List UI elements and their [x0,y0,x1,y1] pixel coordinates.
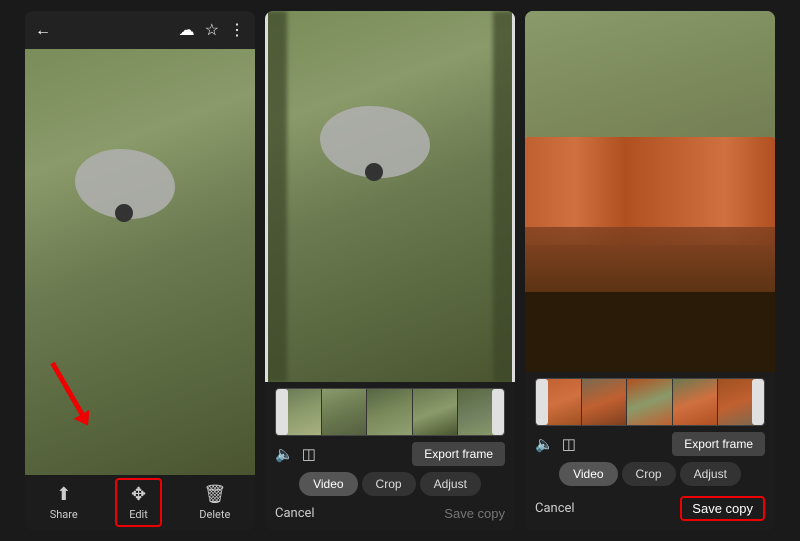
edit-icon: ✥ [131,484,146,505]
ground-area [525,227,775,299]
dark-circle-2 [365,163,383,181]
panel-2: 🔈 ◫ Export frame Video Crop Adjust Cance… [265,11,515,531]
bottom-bar-panel3: 🔈 ◫ Export frame Video Crop Adjust Cance… [525,372,775,531]
main-container: ← ☁ ☆ ⋮ ⬆ Share [0,0,800,541]
film-seg3-4 [673,379,719,425]
more-icon[interactable]: ⋮ [229,20,245,39]
film-seg2 [322,389,368,435]
filmstrip-inner-3 [536,379,764,425]
top-bar-right-icons: ☁ ☆ ⋮ [179,20,245,39]
crop-border-right [512,11,515,382]
tab-crop-2[interactable]: Crop [362,472,416,496]
film-handle-right-3[interactable] [752,379,764,425]
controls-row-panel3: 🔈 ◫ Export frame [535,432,765,456]
action-row-panel2: Cancel Save copy [275,502,505,525]
panel-1: ← ☁ ☆ ⋮ ⬆ Share [25,11,255,531]
save-copy-btn-2[interactable]: Save copy [444,506,505,521]
share-icon: ⬆ [56,484,71,505]
action-row-panel3: Cancel Save copy [535,492,765,525]
image-area-panel2 [265,11,515,382]
edit-label: Edit [129,508,148,521]
top-bar-panel1: ← ☁ ☆ ⋮ [25,11,255,49]
volume-icon-2[interactable]: 🔈 [275,445,294,463]
film-seg3-2 [582,379,628,425]
photo-background [25,49,255,475]
filmstrip-panel2 [275,388,505,436]
volume-icon-3[interactable]: 🔈 [535,435,554,453]
star-icon[interactable]: ☆ [205,20,219,39]
cancel-btn-2[interactable]: Cancel [275,506,315,521]
photo-bg-wood [525,11,775,372]
film-seg3-3 [627,379,673,425]
panel-3: 🔈 ◫ Export frame Video Crop Adjust Cance… [525,11,775,531]
bottom-nav: ⬆ Share ✥ Edit 🗑 Delete [25,475,255,531]
image-area-panel1 [25,49,255,475]
cancel-btn-3[interactable]: Cancel [535,501,575,516]
film-handle-left[interactable] [276,389,288,435]
image-area-panel3 [525,11,775,372]
film-seg4 [413,389,459,435]
share-label: Share [50,508,78,521]
delete-label: Delete [199,508,230,521]
export-frame-btn-3[interactable]: Export frame [672,432,765,456]
crop-border-left [265,11,268,382]
bottom-bar-panel2: 🔈 ◫ Export frame Video Crop Adjust Cance… [265,382,515,531]
back-icon[interactable]: ← [35,20,51,40]
save-copy-btn-3[interactable]: Save copy [680,496,765,521]
controls-row-panel2: 🔈 ◫ Export frame [275,442,505,466]
nav-share[interactable]: ⬆ Share [38,480,90,525]
dark-ground [525,292,775,371]
tab-adjust-3[interactable]: Adjust [680,462,741,486]
upload-icon[interactable]: ☁ [179,20,195,39]
blur-left [265,11,287,382]
film-seg3 [367,389,413,435]
nav-delete[interactable]: 🗑 Delete [187,480,242,525]
nav-edit[interactable]: ✥ Edit [115,478,162,527]
screen-icon-2[interactable]: ◫ [302,445,316,463]
dark-circle [115,204,133,222]
filmstrip-inner [276,389,504,435]
red-arrow-panel1 [50,361,84,415]
film-handle-left-3[interactable] [536,379,548,425]
tab-video-2[interactable]: Video [299,472,357,496]
delete-icon: 🗑 [203,484,226,505]
photo-bg-panel2 [265,11,515,382]
tab-row-panel2: Video Crop Adjust [275,472,505,496]
film-handle-right[interactable] [492,389,504,435]
screen-icon-3[interactable]: ◫ [562,435,576,453]
filmstrip-panel3 [535,378,765,426]
tab-row-panel3: Video Crop Adjust [535,462,765,486]
export-frame-btn-2[interactable]: Export frame [412,442,505,466]
tab-video-3[interactable]: Video [559,462,617,486]
tab-adjust-2[interactable]: Adjust [420,472,481,496]
tab-crop-3[interactable]: Crop [622,462,676,486]
